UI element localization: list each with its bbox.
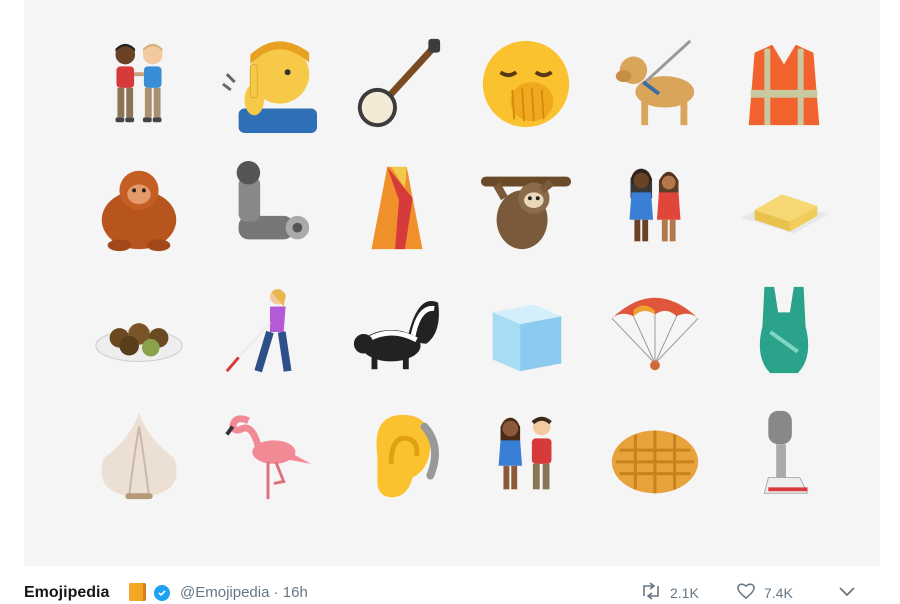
like-count: 7.4K <box>764 585 793 601</box>
yawning-face-emoji[interactable] <box>461 22 590 146</box>
garlic-emoji[interactable] <box>74 394 203 518</box>
flamingo-emoji[interactable] <box>203 394 332 518</box>
parachute-emoji[interactable] <box>590 270 719 394</box>
retweet-icon <box>640 582 662 604</box>
book-icon <box>129 583 146 601</box>
retweet-count: 2.1K <box>670 585 699 601</box>
guide-dog-emoji[interactable] <box>590 22 719 146</box>
banjo-emoji[interactable] <box>332 22 461 146</box>
tweet-image-card[interactable] <box>24 0 880 566</box>
waffle-emoji[interactable] <box>590 394 719 518</box>
tweet-author-name[interactable]: Emojipedia <box>24 584 109 602</box>
deaf-person-emoji[interactable] <box>203 22 332 146</box>
skunk-emoji[interactable] <box>332 270 461 394</box>
butter-emoji[interactable] <box>719 146 848 270</box>
like-button[interactable]: 7.4K <box>736 582 793 604</box>
emoji-grid <box>74 22 848 518</box>
mechanical-arm-emoji[interactable] <box>203 146 332 270</box>
ice-cube-emoji[interactable] <box>461 270 590 394</box>
falafel-emoji[interactable] <box>74 270 203 394</box>
heart-icon <box>736 582 756 604</box>
mechanical-leg-emoji[interactable] <box>719 394 848 518</box>
sari-emoji[interactable] <box>332 146 461 270</box>
more-options-chevron-icon[interactable] <box>838 583 856 602</box>
safety-vest-emoji[interactable] <box>719 22 848 146</box>
men-holding-hands-emoji[interactable] <box>74 22 203 146</box>
one-piece-swimsuit-emoji[interactable] <box>719 270 848 394</box>
retweet-button[interactable]: 2.1K <box>640 582 699 604</box>
verified-badge-icon <box>154 585 170 601</box>
ear-with-hearing-aid-emoji[interactable] <box>332 394 461 518</box>
woman-and-man-holding-hands-emoji[interactable] <box>461 394 590 518</box>
tweet-handle-timestamp[interactable]: @Emojipedia · 16h <box>180 584 308 601</box>
person-with-white-cane-emoji[interactable] <box>203 270 332 394</box>
orangutan-emoji[interactable] <box>74 146 203 270</box>
women-holding-hands-emoji[interactable] <box>590 146 719 270</box>
tweet-footer: Emojipedia @Emojipedia · 16h 2.1K 7.4K <box>0 568 900 602</box>
sloth-emoji[interactable] <box>461 146 590 270</box>
